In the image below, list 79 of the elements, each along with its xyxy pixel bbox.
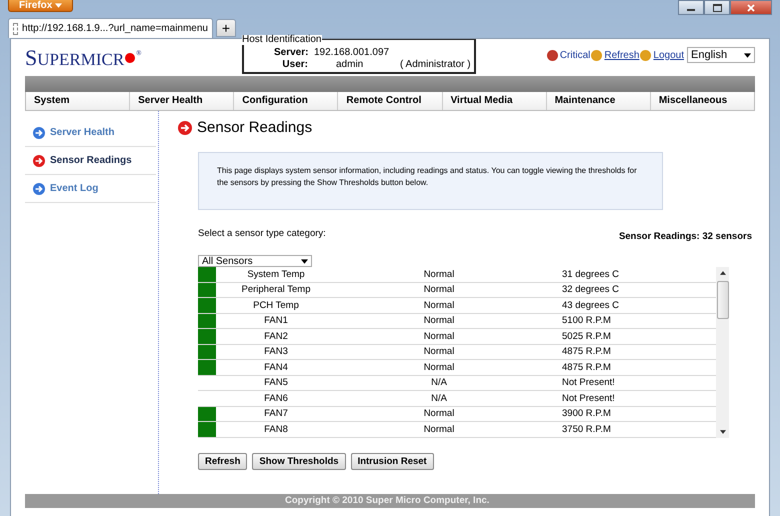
menu-item[interactable]: Remote Control <box>337 92 442 110</box>
arrow-icon <box>178 120 192 134</box>
dropdown-arrow-icon[interactable] <box>744 52 751 58</box>
sensor-reading: 32 degrees C <box>561 284 620 296</box>
action-button[interactable]: Refresh <box>198 452 248 470</box>
minimize-icon[interactable] <box>678 0 704 15</box>
sensor-reading: 31 degrees C <box>561 268 620 280</box>
server-address: 192.168.001.097 <box>314 47 390 59</box>
sensor-status: Normal <box>422 284 456 296</box>
sensor-reading: 3900 R.P.M <box>561 408 612 420</box>
sensor-name: FAN8 <box>263 424 289 435</box>
sensor-status: Normal <box>422 300 456 311</box>
sensor-reading: Not Present! <box>561 377 616 388</box>
header-link[interactable]: Logout <box>653 50 684 60</box>
sensor-name: FAN2 <box>263 330 289 342</box>
info-text: This page displays system sensor information, including readings and status. You can toggle viewing the thresholds for the sensors by pressing the Show Thresholds button below. <box>217 166 637 187</box>
sensor-status: Normal <box>422 408 456 420</box>
sensor-reading: 5100 R.P.M <box>561 315 612 326</box>
server-label: Server: <box>274 47 308 59</box>
sensor-name: System Temp <box>246 268 306 280</box>
sensor-count: Sensor Readings: 32 sensors <box>618 231 752 242</box>
sensor-reading: 3750 R.P.M <box>561 424 612 435</box>
user-role: ( Administrator ) <box>400 59 471 71</box>
header-link[interactable]: Refresh <box>604 50 640 60</box>
sensor-status: Normal <box>422 424 456 435</box>
category-label: Select a sensor type category: <box>198 228 326 241</box>
sensor-status: Normal <box>422 362 456 373</box>
header-link[interactable]: Critical <box>560 50 590 60</box>
new-tab-button[interactable]: + <box>216 19 236 37</box>
sensor-name: PCH Temp <box>252 300 300 311</box>
sensor-name: FAN7 <box>263 408 289 420</box>
user-name: admin <box>336 59 364 71</box>
page-icon <box>13 22 18 34</box>
sensor-reading: 4875 R.P.M <box>561 362 612 373</box>
menu-item[interactable]: Miscellaneous <box>650 92 754 110</box>
sensor-status: N/A <box>430 377 448 388</box>
sensor-status: N/A <box>430 392 448 404</box>
language-select[interactable]: English <box>687 47 755 63</box>
arrow-icon <box>33 182 45 194</box>
menu-item[interactable]: Maintenance <box>546 92 650 110</box>
sensor-name: FAN1 <box>263 315 289 326</box>
scroll-down-icon[interactable] <box>720 430 726 434</box>
host-identification-legend: Host Identification <box>242 35 322 45</box>
menu-item[interactable]: Configuration <box>233 92 338 110</box>
browser-tab[interactable]: http://192.168.1.9...?url_name=mainmenu <box>8 18 213 38</box>
scrollbar-thumb[interactable] <box>716 281 728 319</box>
sensor-name: FAN5 <box>263 377 289 388</box>
scroll-up-icon[interactable] <box>720 271 726 275</box>
menu-item[interactable]: System <box>26 92 130 110</box>
action-button[interactable]: Show Thresholds <box>252 452 346 470</box>
sensor-reading: 5025 R.P.M <box>561 330 612 342</box>
action-button[interactable]: Intrusion Reset <box>350 452 434 470</box>
maximize-icon[interactable] <box>704 0 730 15</box>
sensor-reading: 4875 R.P.M <box>561 346 612 358</box>
sensor-status: Normal <box>422 346 456 358</box>
arrow-icon <box>33 154 45 166</box>
menu-item[interactable]: Server Health <box>129 92 234 110</box>
sidebar-item[interactable]: Server Health <box>25 119 156 147</box>
dropdown-arrow-icon[interactable] <box>301 258 308 264</box>
copyright-text: Copyright © 2010 Super Micro Computer, Inc. <box>285 495 490 506</box>
sidebar-item[interactable]: Sensor Readings <box>25 147 156 175</box>
menu-item[interactable]: Virtual Media <box>442 92 546 110</box>
sensor-name: Peripheral Temp <box>240 284 312 296</box>
sensor-name: FAN3 <box>263 346 289 358</box>
sensor-status: Normal <box>422 330 456 342</box>
sensor-name: FAN4 <box>263 362 289 373</box>
sidebar-item[interactable]: Event Log <box>25 175 156 203</box>
caret-icon <box>55 2 62 8</box>
sensor-status: Normal <box>422 315 456 326</box>
scrollbar[interactable] <box>716 267 729 438</box>
sensor-reading: Not Present! <box>561 392 616 404</box>
sensor-name: FAN6 <box>263 392 289 404</box>
sensor-status: Normal <box>422 268 456 280</box>
sensor-reading: 43 degrees C <box>561 300 620 311</box>
arrow-icon <box>33 126 45 138</box>
page-title: Sensor Readings <box>197 119 312 136</box>
close-icon[interactable] <box>730 0 772 15</box>
user-label: User: <box>281 59 308 71</box>
category-select[interactable]: All Sensors <box>198 255 312 267</box>
